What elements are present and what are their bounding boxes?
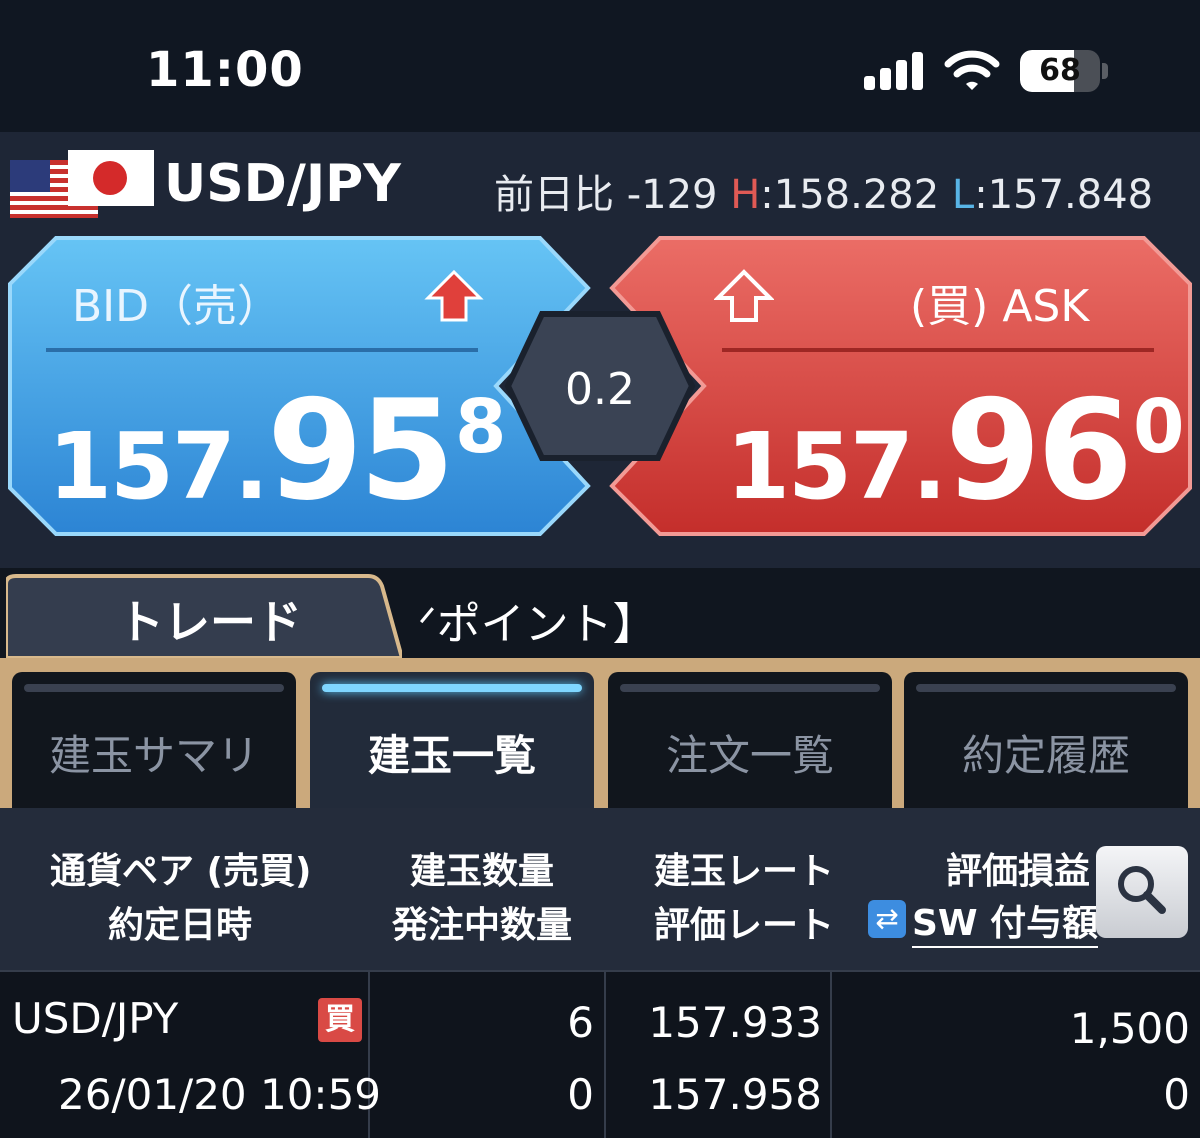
header-pair: 通貨ペア (売買) xyxy=(50,851,312,892)
bid-label: BID（売） xyxy=(72,281,282,332)
row-eval-rate: 157.958 xyxy=(648,1070,822,1119)
search-button[interactable] xyxy=(1096,846,1188,938)
change-label: 前日比 xyxy=(494,172,614,218)
price-stats: 前日比 -129 H:158.282 L:157.848 xyxy=(494,172,1154,218)
jp-flag-icon xyxy=(68,150,154,206)
search-icon xyxy=(1118,866,1166,914)
battery-icon: 68 xyxy=(1020,50,1100,92)
tab-point-label: ポイント】 xyxy=(436,599,657,650)
header-eval-rate: 評価レート xyxy=(654,905,835,946)
low-value: 157.848 xyxy=(987,172,1154,218)
column-divider xyxy=(830,970,832,1138)
header-pending-qty: 発注中数量 xyxy=(392,905,573,946)
ask-label: (買) ASK xyxy=(910,281,1090,332)
low-label: L xyxy=(951,172,975,218)
ask-up-arrow-icon xyxy=(714,269,774,322)
row-sw: 0 xyxy=(1163,1070,1190,1119)
header-date: 約定日時 xyxy=(108,905,253,946)
spread-value: 0.2 xyxy=(565,364,635,415)
header-sw-toggle[interactable]: SW 付与額 xyxy=(912,894,1099,948)
bid-price: 157.958 xyxy=(48,370,507,531)
tab-trade-label: トレード xyxy=(118,595,302,649)
subtab-position-list[interactable]: 建玉一覧 xyxy=(310,672,594,808)
cellular-signal-icon xyxy=(864,52,924,90)
subtab-execution-history[interactable]: 約定履歴 xyxy=(904,672,1188,808)
header-qty: 建玉数量 xyxy=(410,851,555,892)
high-value: 158.282 xyxy=(773,172,940,218)
battery-level: 68 xyxy=(1039,53,1081,88)
buy-side-badge: 買 xyxy=(318,998,362,1042)
swap-icon[interactable]: ⇄ xyxy=(868,900,906,938)
row-pnl: 1,500 xyxy=(1069,1004,1190,1053)
row-qty: 6 xyxy=(567,998,594,1047)
battery-cap xyxy=(1102,63,1108,79)
row-rate: 157.933 xyxy=(648,998,822,1047)
header-rate: 建玉レート xyxy=(654,851,835,892)
row-pending-qty: 0 xyxy=(567,1070,594,1119)
status-time: 11:00 xyxy=(146,42,304,98)
ask-price: 157.960 xyxy=(726,370,1185,531)
high-label: H xyxy=(730,172,761,218)
wifi-icon xyxy=(944,50,1000,90)
subtab-order-list[interactable]: 注文一覧 xyxy=(608,672,892,808)
bid-up-arrow-icon xyxy=(424,269,484,322)
change-value: -129 xyxy=(626,172,718,218)
subtab-position-summary[interactable]: 建玉サマリ xyxy=(12,672,296,808)
header-pnl: 評価損益 xyxy=(946,851,1091,892)
row-date: 26/01/20 10:59 xyxy=(58,1070,382,1119)
currency-pair-title: USD/JPY xyxy=(164,154,401,214)
tab-point[interactable]: ᐟポイント】 xyxy=(418,588,657,652)
row-pair: USD/JPY xyxy=(12,994,179,1043)
column-divider xyxy=(604,970,606,1138)
